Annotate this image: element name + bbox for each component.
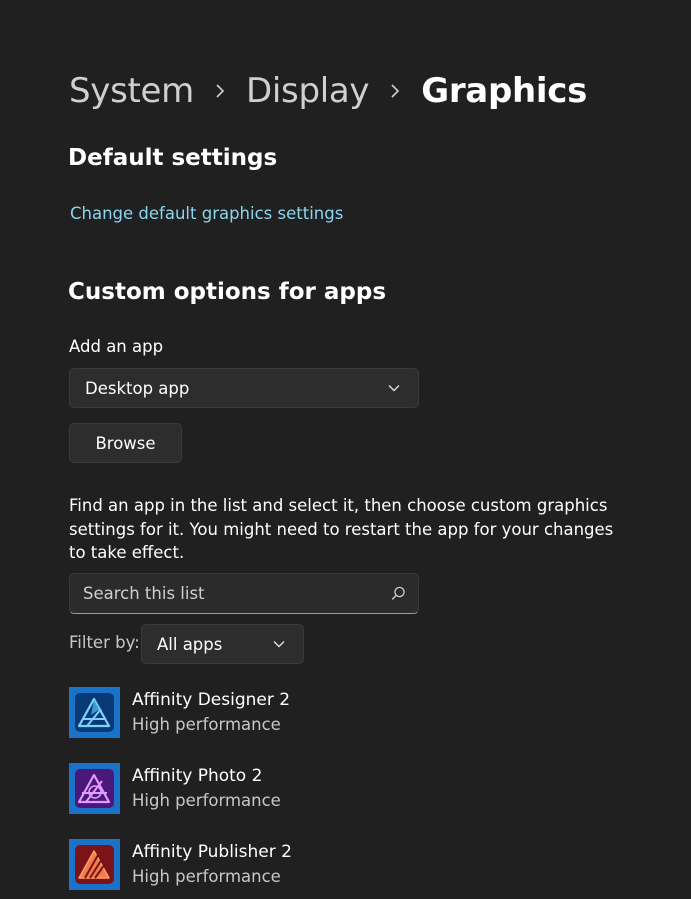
page-title: Graphics (421, 71, 588, 111)
breadcrumb-system[interactable]: System (69, 71, 194, 111)
filter-dropdown[interactable]: All apps (141, 624, 304, 664)
app-type-dropdown[interactable]: Desktop app (69, 368, 419, 408)
filter-label: Filter by: (69, 633, 140, 652)
affinity-designer-icon (69, 686, 120, 738)
app-text: Affinity Publisher 2 High performance (132, 840, 292, 889)
change-default-graphics-link[interactable]: Change default graphics settings (70, 204, 343, 223)
app-text: Affinity Photo 2 High performance (132, 764, 281, 813)
app-status: High performance (132, 790, 281, 810)
affinity-publisher-icon (69, 838, 120, 890)
chevron-down-icon (273, 640, 285, 648)
app-text: Affinity Designer 2 High performance (132, 688, 290, 737)
affinity-photo-icon (69, 762, 120, 814)
default-settings-heading: Default settings (68, 145, 278, 171)
app-list-item-affinity-publisher[interactable]: Affinity Publisher 2 High performance (69, 838, 629, 890)
app-status: High performance (132, 866, 281, 886)
app-list-item-affinity-photo[interactable]: Affinity Photo 2 High performance (69, 762, 629, 814)
breadcrumb: System Display Graphics (69, 68, 587, 114)
filter-selected: All apps (157, 634, 223, 654)
app-name: Affinity Publisher 2 (132, 841, 292, 862)
app-list-item-affinity-designer[interactable]: Affinity Designer 2 High performance (69, 686, 629, 738)
app-type-selected: Desktop app (85, 378, 190, 398)
custom-options-heading: Custom options for apps (68, 279, 387, 305)
browse-button[interactable]: Browse (69, 423, 182, 463)
search-box[interactable] (69, 573, 419, 614)
chevron-right-icon (369, 83, 421, 99)
chevron-down-icon (388, 384, 400, 392)
app-name: Affinity Photo 2 (132, 765, 263, 786)
chevron-right-icon (194, 83, 246, 99)
search-icon[interactable] (391, 586, 406, 601)
breadcrumb-display[interactable]: Display (246, 71, 370, 111)
add-app-label: Add an app (69, 337, 164, 356)
app-name: Affinity Designer 2 (132, 689, 291, 710)
instructions-text: Find an app in the list and select it, t… (69, 496, 614, 562)
app-status: High performance (132, 714, 281, 734)
search-input[interactable] (83, 584, 391, 603)
